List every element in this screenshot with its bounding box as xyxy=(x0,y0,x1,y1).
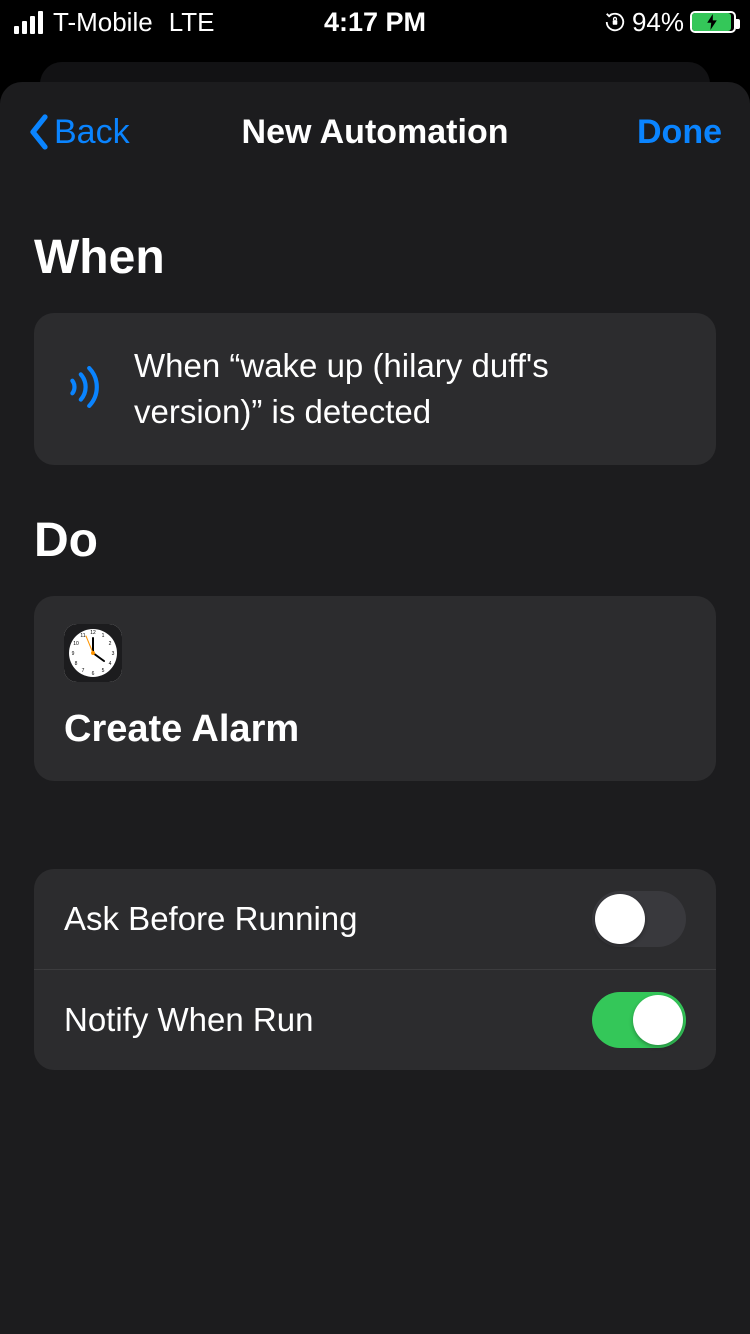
battery-percent: 94% xyxy=(632,7,684,38)
back-label: Back xyxy=(54,113,130,152)
trigger-description: When “wake up (hilary duff's version)” i… xyxy=(134,343,686,435)
svg-text:2: 2 xyxy=(109,641,112,647)
ask-before-running-toggle[interactable] xyxy=(592,891,686,947)
svg-text:7: 7 xyxy=(82,668,85,674)
ask-before-running-label: Ask Before Running xyxy=(64,900,358,938)
nav-bar: Back New Automation Done xyxy=(0,82,750,182)
settings-card: Ask Before Running Notify When Run xyxy=(34,869,716,1070)
action-label: Create Alarm xyxy=(64,708,686,751)
charging-icon xyxy=(706,14,718,30)
status-right: 94% xyxy=(604,7,736,38)
svg-text:4: 4 xyxy=(109,661,112,667)
svg-text:11: 11 xyxy=(80,633,85,639)
when-heading: When xyxy=(34,230,716,285)
network-label: LTE xyxy=(169,7,215,38)
ask-before-running-row: Ask Before Running xyxy=(34,869,716,969)
status-time: 4:17 PM xyxy=(324,7,426,38)
notify-when-run-row: Notify When Run xyxy=(34,969,716,1070)
svg-text:3: 3 xyxy=(112,651,115,657)
orientation-lock-icon xyxy=(604,11,626,33)
do-heading: Do xyxy=(34,513,716,568)
svg-text:8: 8 xyxy=(75,661,78,667)
notify-when-run-label: Notify When Run xyxy=(64,1001,313,1039)
chevron-left-icon xyxy=(28,114,50,150)
sound-recognition-icon xyxy=(64,366,106,413)
signal-icon xyxy=(14,11,43,34)
battery-icon xyxy=(690,11,736,33)
svg-text:10: 10 xyxy=(73,641,79,647)
action-card[interactable]: 12 1 2 3 4 5 6 7 8 9 10 11 xyxy=(34,596,716,781)
svg-text:9: 9 xyxy=(72,651,75,657)
notify-when-run-toggle[interactable] xyxy=(592,992,686,1048)
svg-text:1: 1 xyxy=(102,633,105,639)
page-title: New Automation xyxy=(242,113,509,152)
svg-text:5: 5 xyxy=(102,668,105,674)
status-left: T-Mobile LTE xyxy=(14,7,214,38)
modal-sheet: Back New Automation Done When When “wake… xyxy=(0,82,750,1334)
status-bar: T-Mobile LTE 4:17 PM 94% xyxy=(0,0,750,44)
carrier-label: T-Mobile xyxy=(53,7,153,38)
clock-app-icon: 12 1 2 3 4 5 6 7 8 9 10 11 xyxy=(64,624,122,682)
svg-text:12: 12 xyxy=(90,630,96,636)
back-button[interactable]: Back xyxy=(28,113,130,152)
trigger-card[interactable]: When “wake up (hilary duff's version)” i… xyxy=(34,313,716,465)
svg-text:6: 6 xyxy=(92,671,95,677)
done-button[interactable]: Done xyxy=(637,113,722,152)
